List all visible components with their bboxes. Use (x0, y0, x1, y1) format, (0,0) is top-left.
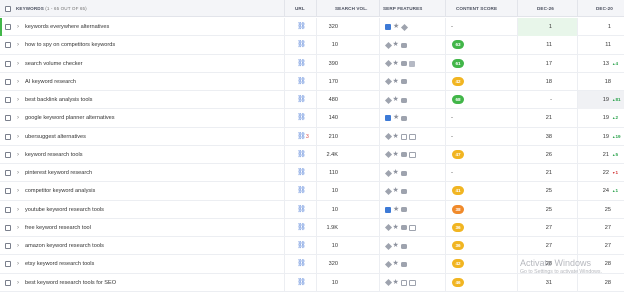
content-score-header[interactable]: CONTENT SCORE (456, 0, 497, 17)
search-volume-header[interactable]: SEARCH VOL. (335, 0, 368, 17)
keywords-header[interactable]: KEYWORDS (1 - 65 OUT OF 65) (16, 0, 87, 17)
rank-dec20: 25 (604, 206, 611, 213)
rank-dec20: 18 (604, 78, 611, 85)
keyword-table: KEYWORDS (1 - 65 OUT OF 65) URL SEARCH V… (0, 0, 624, 292)
rank-change-up: ▲1 (612, 188, 619, 194)
rank-dec20: 1 (607, 24, 611, 30)
rank-dec20: 11 (605, 42, 611, 49)
table-row[interactable]: › ubersuggest alternatives ⛓ 3 210 ★ - 3… (0, 127, 624, 146)
table-row[interactable]: › best backlink analysis tools ⛓ 480 ★ 6… (0, 91, 624, 110)
table-row[interactable]: › AI keyword research ⛓ 170 ★ 42 18 18 (0, 72, 624, 91)
activation-watermark: Activate Windows Go to Settings to activ… (520, 258, 602, 275)
rank-dec20: 19 (602, 97, 609, 103)
table-row[interactable]: › search volume checker ⛓ 390 ★ 61 17 13… (0, 54, 624, 73)
rank-dec20: 19 (602, 133, 609, 140)
rank-dec20: 21 (602, 151, 609, 158)
url-header[interactable]: URL (295, 0, 305, 17)
table-header: KEYWORDS (1 - 65 OUT OF 65) URL SEARCH V… (0, 0, 624, 17)
watermark-subtitle: Go to Settings to activate Windows. (520, 269, 602, 275)
rank-dec20: 28 (604, 279, 611, 286)
rank-change-up: ▲2 (612, 115, 619, 121)
rank-dec20: 27 (604, 224, 611, 231)
rank-dec20: 22 (602, 170, 609, 176)
rank-change-up: ▲81 (612, 97, 621, 102)
table-row[interactable]: › keyword research tools ⛓ 2.4K ★ 47 26 … (0, 145, 624, 164)
rank-dec20: 13 (602, 60, 609, 67)
table-row[interactable]: › keywords everywhere alternatives ⛓ 320… (0, 18, 624, 37)
rank-change-up: ▲4 (612, 60, 619, 66)
table-row[interactable]: › how to spy on competitors keywords ⛓ 1… (0, 36, 624, 55)
rank-dec20: 19 (602, 115, 609, 122)
table-row[interactable]: › amazon keyword research tools ⛓ 10 ★ 3… (0, 237, 624, 256)
select-all-checkbox[interactable] (5, 5, 11, 12)
rank-dec20: 24 (602, 188, 609, 195)
rank-change-up: ▲5 (612, 151, 619, 157)
watermark-title: Activate Windows (520, 258, 592, 268)
serp-features-header[interactable]: SERP FEATURES (383, 0, 422, 17)
rank-dec20: 27 (604, 243, 611, 249)
dec26-header[interactable]: DEC-26 (537, 0, 554, 17)
table-row[interactable]: › best keyword research tools for SEO ⛓ … (0, 273, 624, 292)
table-row[interactable]: › pinterest keyword research ⛓ 110 ★ - 2… (0, 164, 624, 183)
table-row[interactable]: › competitor keyword analysis ⛓ 10 ★ 41 … (0, 182, 624, 201)
table-row[interactable]: › free keyword research tool ⛓ 1.9K ★ 36… (0, 218, 624, 237)
table-row[interactable]: › google keyword planner alternatives ⛓ … (0, 109, 624, 128)
rank-change-up: ▲19 (612, 133, 621, 139)
dec20-header[interactable]: DEC-20 (596, 0, 613, 17)
rank-change-down: ▼1 (612, 170, 619, 175)
table-row[interactable]: › youtube keyword research tools ⛓ 10 ★ … (0, 200, 624, 219)
